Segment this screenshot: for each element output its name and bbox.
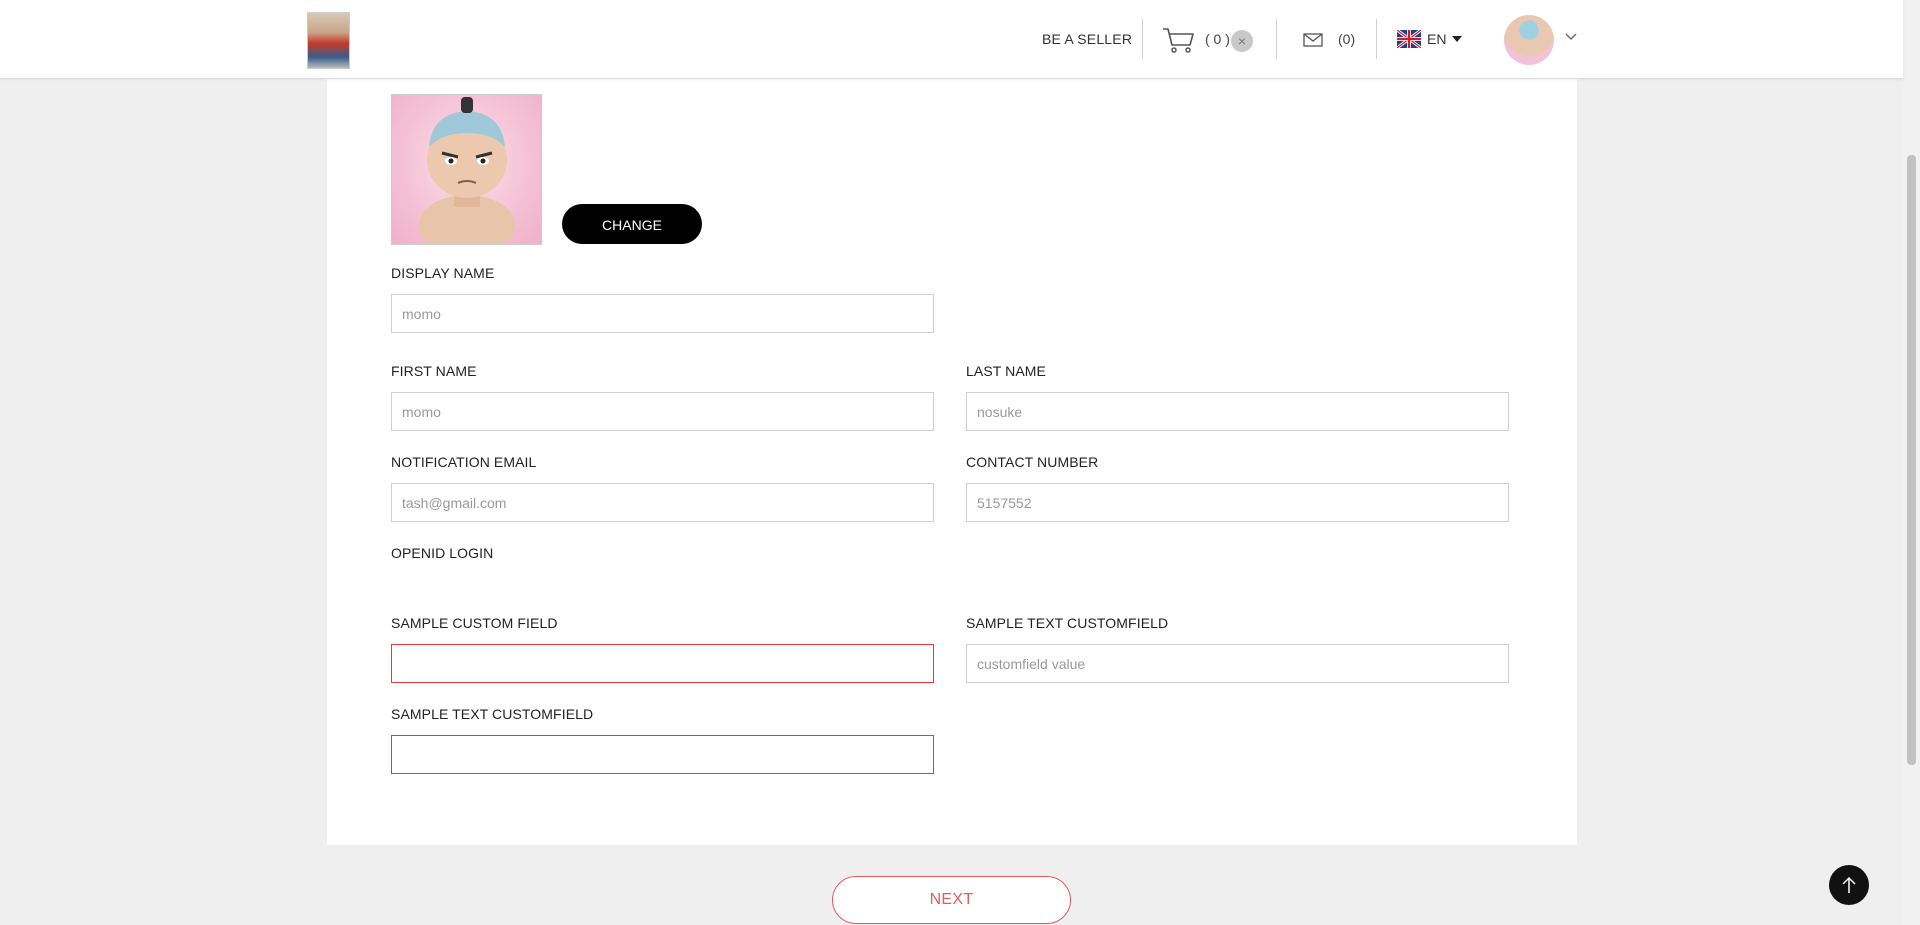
language-selector[interactable]: EN	[1427, 31, 1446, 47]
doll-logo-icon[interactable]	[307, 12, 350, 69]
uk-flag-icon[interactable]	[1397, 30, 1421, 48]
display-name-label: DISPLAY NAME	[391, 265, 495, 281]
divider	[1142, 19, 1143, 59]
first-name-label: FIRST NAME	[391, 363, 477, 379]
contact-number-field[interactable]	[966, 483, 1509, 522]
profile-photo	[391, 94, 542, 245]
cart-icon[interactable]	[1162, 26, 1196, 54]
back-to-top-button[interactable]	[1829, 865, 1869, 905]
doll-portrait-icon	[419, 97, 515, 244]
sample-custom-field-label: SAMPLE CUSTOM FIELD	[391, 615, 558, 631]
sample-custom-field-input[interactable]	[391, 644, 934, 683]
openid-login-label: OPENID LOGIN	[391, 545, 494, 561]
cart-count: ( 0 )	[1205, 31, 1230, 47]
caret-down-icon[interactable]	[1452, 36, 1462, 42]
sample-text-customfield-2-input[interactable]	[391, 735, 934, 774]
display-name-field[interactable]	[391, 294, 934, 333]
sample-text-customfield-2-label: SAMPLE TEXT CUSTOMFIELD	[391, 706, 594, 722]
be-a-seller-link[interactable]: BE A SELLER	[1042, 31, 1132, 47]
scroll-thumb[interactable]	[1907, 155, 1916, 765]
top-header: BE A SELLER ( 0 ) × (0) EN	[0, 0, 1903, 79]
avatar[interactable]	[1504, 15, 1554, 65]
mail-icon[interactable]	[1303, 33, 1323, 47]
scrollbar[interactable]	[1903, 0, 1920, 925]
close-icon[interactable]: ×	[1231, 30, 1253, 52]
notification-email-field[interactable]	[391, 483, 934, 522]
last-name-label: LAST NAME	[966, 363, 1046, 379]
next-button[interactable]: NEXT	[832, 876, 1071, 924]
sample-text-customfield-input[interactable]	[966, 644, 1509, 683]
first-name-field[interactable]	[391, 392, 934, 431]
arrow-up-icon	[1842, 876, 1856, 893]
change-photo-button[interactable]: CHANGE	[562, 204, 702, 244]
contact-number-label: CONTACT NUMBER	[966, 454, 1099, 470]
last-name-field[interactable]	[966, 392, 1509, 431]
sample-text-customfield-label: SAMPLE TEXT CUSTOMFIELD	[966, 615, 1169, 631]
divider	[1276, 19, 1277, 59]
notification-email-label: NOTIFICATION EMAIL	[391, 454, 537, 470]
divider	[1376, 19, 1377, 59]
mail-count: (0)	[1338, 31, 1356, 47]
chevron-down-icon[interactable]	[1565, 33, 1577, 41]
